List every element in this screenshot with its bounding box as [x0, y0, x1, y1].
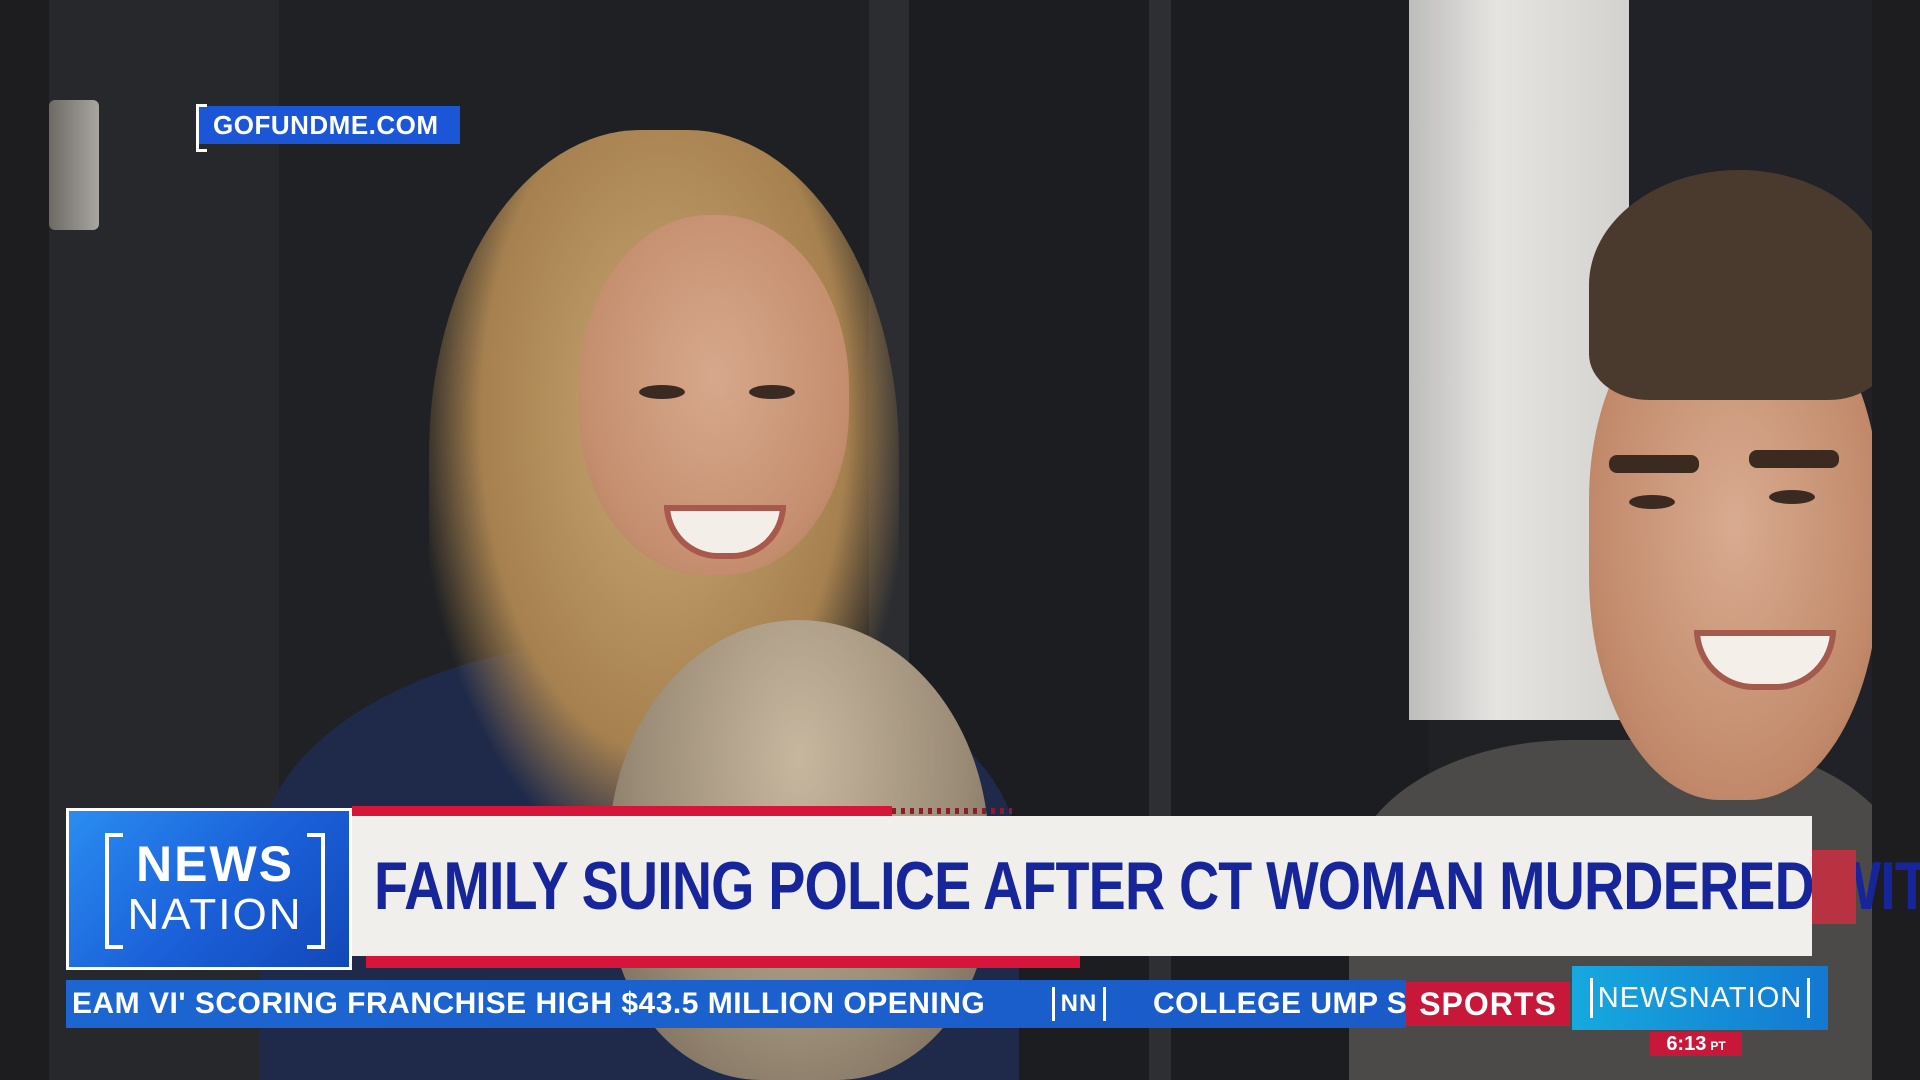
- clock-timezone: PT: [1710, 1039, 1726, 1053]
- logo-word-nation: NATION: [127, 890, 303, 939]
- ticker-separator-logo: NN: [1052, 987, 1106, 1021]
- headline-text: FAMILY SUING POLICE AFTER CT WOMAN MURDE…: [374, 848, 1920, 924]
- headline-accent-top: [352, 806, 892, 816]
- door-handle: [49, 100, 99, 230]
- headline-bar: FAMILY SUING POLICE AFTER CT WOMAN MURDE…: [352, 816, 1920, 956]
- woman-eye: [639, 385, 685, 399]
- logo-brackets: NEWS NATION: [105, 833, 325, 949]
- network-brand-badge: NEWSNATION: [1572, 966, 1828, 1030]
- man-eye: [1629, 495, 1675, 509]
- man-eye: [1769, 490, 1815, 504]
- woman-eye: [749, 385, 795, 399]
- newsnation-logo: NEWS NATION: [66, 808, 352, 970]
- ticker-item: EAM VI' SCORING FRANCHISE HIGH $43.5 MIL…: [72, 987, 986, 1020]
- logo-word-news: NEWS: [136, 836, 294, 892]
- man-eyebrow: [1749, 450, 1839, 468]
- news-ticker: EAM VI' SCORING FRANCHISE HIGH $43.5 MIL…: [66, 980, 1406, 1028]
- headline-accent-side: [1812, 850, 1856, 924]
- ticker-category-badge: SPORTS: [1406, 982, 1570, 1026]
- source-credit: GOFUNDME.COM: [196, 104, 460, 152]
- man-eyebrow: [1609, 455, 1699, 473]
- headline-accent-hatch: [892, 808, 1012, 814]
- on-air-clock: 6:13 PT: [1650, 1032, 1742, 1056]
- man-hair: [1589, 170, 1872, 400]
- ticker-item: COLLEGE UMP S: [1153, 987, 1406, 1020]
- broadcast-frame: GOFUNDME.COM FAMILY SUING POLICE AFTER C…: [0, 0, 1920, 1080]
- clock-time: 6:13: [1666, 1033, 1707, 1055]
- network-brand-label: NEWSNATION: [1590, 978, 1810, 1018]
- headline-accent-bottom: [366, 956, 1080, 968]
